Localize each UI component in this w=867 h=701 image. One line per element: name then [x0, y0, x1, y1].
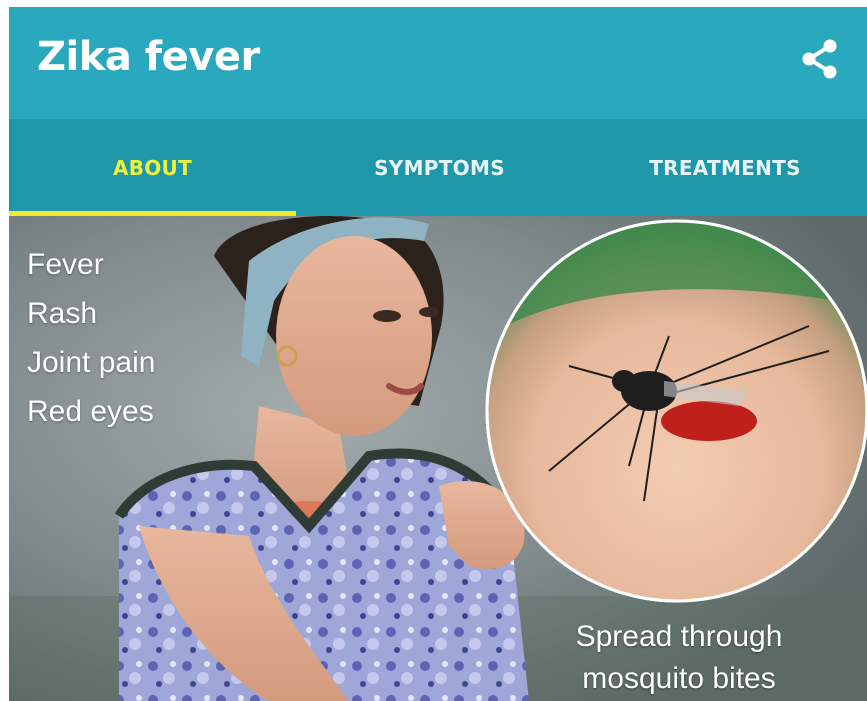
tab-treatments[interactable]: TREATMENTS — [583, 119, 867, 216]
tab-about[interactable]: ABOUT — [9, 119, 296, 216]
share-icon — [802, 39, 837, 79]
tab-symptoms[interactable]: SYMPTOMS — [296, 119, 583, 216]
tab-bar: ABOUT SYMPTOMS TREATMENTS — [9, 119, 867, 216]
app-screen: Zika fever ABOUT SYMPTOMS TREATMENTS Fev… — [9, 7, 867, 701]
symptom-label: Rash — [27, 297, 98, 330]
app-bar: Zika fever — [9, 7, 867, 119]
share-button[interactable] — [789, 33, 849, 85]
caption-line-1: Spread through — [575, 620, 783, 653]
symptom-label: Joint pain — [27, 346, 156, 379]
symptom-label: Fever — [27, 248, 104, 281]
hero-illustration: Fever Rash Joint pain Red eyes Spread th… — [9, 216, 867, 701]
symptom-label: Red eyes — [27, 395, 154, 428]
caption-line-2: mosquito bites — [582, 662, 776, 695]
app-title: Zika fever — [37, 34, 260, 80]
